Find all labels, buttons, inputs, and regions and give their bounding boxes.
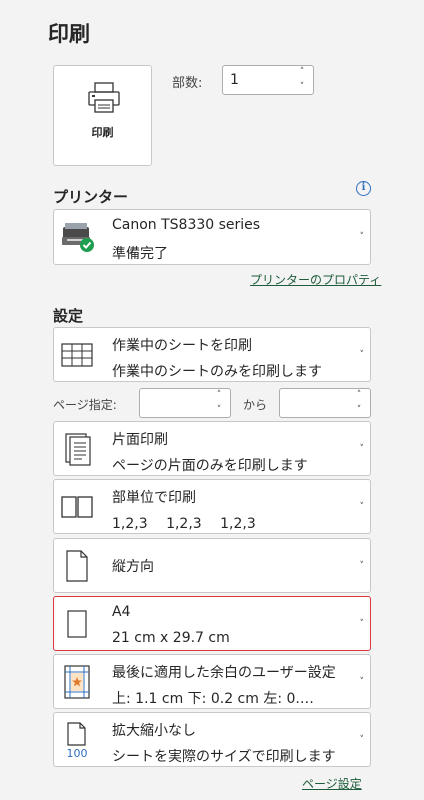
increment-icon[interactable]: ˄ bbox=[357, 391, 362, 400]
collate-dropdown[interactable]: 部単位で印刷 1,2,3 1,2,3 1,2,3 ˅ bbox=[53, 479, 371, 534]
margins-desc: 上: 1.1 cm 下: 0.2 cm 左: 0.… bbox=[112, 691, 314, 707]
increment-icon[interactable]: ˄ bbox=[217, 391, 222, 400]
printer-ready-icon bbox=[62, 223, 94, 252]
portrait-page-icon bbox=[66, 549, 88, 582]
one-sided-page-icon bbox=[65, 432, 91, 466]
chevron-down-icon: ˅ bbox=[359, 618, 365, 629]
chevron-down-icon: ˅ bbox=[359, 560, 365, 571]
printer-status: 準備完了 bbox=[112, 246, 168, 262]
margins-dropdown[interactable]: 最後に適用した余白のユーザー設定 上: 1.1 cm 下: 0.2 cm 左: … bbox=[53, 654, 371, 709]
collate-desc: 1,2,3 1,2,3 1,2,3 bbox=[112, 516, 256, 532]
orientation-label: 縦方向 bbox=[112, 558, 154, 575]
paper-size-icon bbox=[67, 609, 87, 638]
print-what-desc: 作業中のシートのみを印刷します bbox=[112, 364, 322, 380]
collate-icon bbox=[61, 495, 93, 518]
sides-dropdown[interactable]: 片面印刷 ページの片面のみを印刷します ˅ bbox=[53, 421, 371, 476]
collate-title: 部単位で印刷 bbox=[112, 490, 196, 506]
no-scaling-icon: 100 bbox=[67, 721, 88, 759]
decrement-icon[interactable]: ˅ bbox=[357, 406, 362, 415]
chevron-down-icon: ˅ bbox=[359, 349, 365, 360]
page-title: 印刷 bbox=[48, 22, 90, 46]
printer-name: Canon TS8330 series bbox=[112, 217, 261, 233]
print-what-dropdown[interactable]: 作業中のシートを印刷 作業中のシートのみを印刷します ˅ bbox=[53, 327, 371, 382]
page-setup-link[interactable]: ページ設定 bbox=[302, 775, 362, 792]
info-icon[interactable]: i bbox=[356, 181, 371, 196]
margins-title: 最後に適用した余白のユーザー設定 bbox=[112, 665, 336, 681]
sides-desc: ページの片面のみを印刷します bbox=[112, 458, 308, 474]
decrement-icon[interactable]: ˅ bbox=[217, 406, 222, 415]
paper-size-desc: 21 cm x 29.7 cm bbox=[112, 630, 230, 646]
printer-dropdown[interactable]: Canon TS8330 series 準備完了 ˅ bbox=[53, 209, 371, 265]
margins-icon bbox=[64, 664, 90, 699]
print-button[interactable]: 印刷 bbox=[53, 65, 152, 166]
pages-label: ページ指定: bbox=[53, 398, 117, 412]
scaling-title: 拡大縮小なし bbox=[112, 723, 196, 739]
copies-stepper[interactable]: 1 ˄ ˅ bbox=[222, 65, 314, 95]
chevron-down-icon: ˅ bbox=[359, 676, 365, 687]
copies-label: 部数: bbox=[172, 76, 203, 91]
sides-title: 片面印刷 bbox=[112, 432, 168, 448]
paper-size-dropdown[interactable]: A4 21 cm x 29.7 cm ˅ bbox=[53, 596, 371, 651]
chevron-down-icon: ˅ bbox=[359, 734, 365, 745]
increment-icon[interactable]: ˄ bbox=[300, 68, 305, 77]
pages-from-stepper[interactable]: ˄ ˅ bbox=[139, 388, 231, 418]
chevron-down-icon: ˅ bbox=[359, 232, 365, 242]
printer-properties-link[interactable]: プリンターのプロパティ bbox=[250, 271, 381, 288]
scaling-dropdown[interactable]: 100 拡大縮小なし シートを実際のサイズで印刷します ˅ bbox=[53, 712, 371, 767]
pages-to-stepper[interactable]: ˄ ˅ bbox=[279, 388, 371, 418]
scaling-icon-text: 100 bbox=[67, 747, 88, 759]
settings-heading: 設定 bbox=[53, 307, 84, 325]
chevron-down-icon: ˅ bbox=[359, 443, 365, 454]
pages-to-label: から bbox=[243, 398, 268, 412]
chevron-down-icon: ˅ bbox=[359, 501, 365, 512]
orientation-dropdown[interactable]: 縦方向 ˅ bbox=[53, 538, 371, 593]
printer-icon bbox=[88, 82, 120, 113]
paper-size-title: A4 bbox=[112, 604, 131, 620]
print-what-title: 作業中のシートを印刷 bbox=[112, 338, 252, 354]
decrement-icon[interactable]: ˅ bbox=[300, 83, 305, 92]
copies-value: 1 bbox=[230, 72, 239, 88]
printer-heading: プリンター bbox=[53, 188, 129, 206]
print-button-label: 印刷 bbox=[91, 126, 114, 139]
sheet-grid-icon bbox=[61, 342, 93, 367]
scaling-desc: シートを実際のサイズで印刷します bbox=[112, 749, 336, 765]
